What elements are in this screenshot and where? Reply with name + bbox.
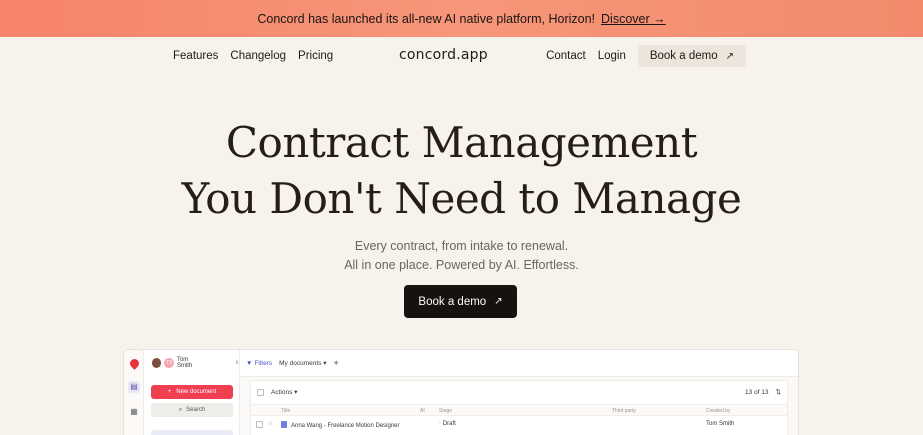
table-header: Title AI Stage Third party Created by bbox=[251, 404, 787, 416]
banner-text: Concord has launched its all-new AI nati… bbox=[257, 11, 596, 26]
new-document-label: New document bbox=[176, 389, 217, 395]
nav-actions: Contact Login Book a demo ↗ bbox=[546, 45, 746, 67]
row-stage: ◦ Draft bbox=[439, 421, 456, 427]
table-row[interactable]: ☆ Anna Wang - Freelance Motion Designer … bbox=[251, 417, 787, 433]
nav-features[interactable]: Features bbox=[173, 50, 218, 62]
arrow-up-right-icon: ↗ bbox=[494, 296, 503, 307]
avatar bbox=[152, 358, 162, 368]
hero-subtitle-line-2: All in one place. Powered by AI. Effortl… bbox=[344, 258, 579, 272]
row-count: 13 of 13 bbox=[745, 388, 769, 396]
nav-book-demo-button[interactable]: Book a demo ↗ bbox=[637, 45, 746, 67]
column-created-by[interactable]: Created by bbox=[706, 408, 730, 414]
chevron-down-icon: ▾ bbox=[323, 360, 327, 367]
user-name: Tom Smith bbox=[176, 357, 193, 369]
calendar-icon[interactable]: ▦ bbox=[128, 406, 140, 418]
user-switcher[interactable]: TS Tom Smith ⇕ bbox=[152, 357, 239, 369]
table-toolbar: Actions ▾ 13 of 13 ⇅ bbox=[257, 385, 781, 399]
column-title[interactable]: Title bbox=[281, 408, 290, 414]
nav-login[interactable]: Login bbox=[598, 50, 626, 62]
app-main: ▼ Filters My documents ▾ + Actions ▾ 13 … bbox=[240, 350, 798, 435]
app-rail: ▤ ▦ bbox=[124, 350, 144, 435]
search-label: Search bbox=[186, 407, 206, 413]
document-icon bbox=[281, 421, 287, 428]
documents-icon[interactable]: ▤ bbox=[128, 381, 140, 393]
row-stage-text: Draft bbox=[442, 421, 456, 427]
row-title-text: Anna Wang - Freelance Motion Designer bbox=[291, 423, 400, 429]
announcement-banner: Concord has launched its all-new AI nati… bbox=[0, 0, 923, 37]
row-created-by: Tom Smith bbox=[706, 421, 735, 427]
filters-label: Filters bbox=[254, 359, 273, 367]
actions-menu[interactable]: Actions ▾ bbox=[271, 388, 297, 396]
sidebar-item-active[interactable] bbox=[151, 430, 233, 435]
discover-link[interactable]: Discover → bbox=[601, 12, 666, 26]
row-title: Anna Wang - Freelance Motion Designer bbox=[281, 421, 400, 429]
app-toolbar: ▼ Filters My documents ▾ + bbox=[240, 350, 798, 377]
concord-logo-icon bbox=[128, 357, 141, 370]
plus-icon: + bbox=[167, 389, 172, 395]
chevron-updown-icon: ⇕ bbox=[234, 360, 239, 366]
sort-icon[interactable]: ⇅ bbox=[776, 388, 781, 396]
hero-subtitle-line-1: Every contract, from intake to renewal. bbox=[354, 239, 569, 253]
hero-subtitle: Every contract, from intake to renewal. … bbox=[0, 237, 923, 275]
search-icon: ⌕ bbox=[178, 406, 183, 413]
new-document-button[interactable]: + New document bbox=[151, 385, 233, 399]
nav-links: Features Changelog Pricing bbox=[173, 50, 333, 62]
column-third-party[interactable]: Third party bbox=[612, 408, 636, 414]
add-view-button[interactable]: + bbox=[334, 358, 339, 368]
nav-contact[interactable]: Contact bbox=[546, 50, 586, 62]
my-documents-tab[interactable]: My documents ▾ bbox=[279, 359, 326, 367]
app-sidebar: TS Tom Smith ⇕ + New document ⌕ Search bbox=[144, 350, 240, 435]
nav-book-demo-label: Book a demo bbox=[649, 50, 718, 62]
documents-area: Actions ▾ 13 of 13 ⇅ Title AI Stage Thir… bbox=[240, 377, 798, 435]
hero-title-line-2: You Don't Need to Manage bbox=[181, 174, 742, 223]
app-preview: ▤ ▦ TS Tom Smith ⇕ + New document ⌕ Sear… bbox=[123, 349, 799, 435]
nav-pricing[interactable]: Pricing bbox=[298, 50, 333, 62]
top-nav: Features Changelog Pricing concord.app C… bbox=[0, 37, 923, 77]
column-stage[interactable]: Stage bbox=[439, 408, 452, 414]
star-icon[interactable]: ☆ bbox=[268, 420, 273, 427]
site-logo[interactable]: concord.app bbox=[399, 47, 488, 63]
row-checkbox[interactable] bbox=[256, 421, 263, 428]
arrow-up-right-icon: ↗ bbox=[725, 50, 734, 62]
filters-button[interactable]: ▼ Filters bbox=[246, 360, 272, 367]
my-documents-label: My documents bbox=[279, 360, 322, 367]
hero-book-demo-button[interactable]: Book a demo ↗ bbox=[404, 285, 517, 318]
search-button[interactable]: ⌕ Search bbox=[151, 403, 233, 417]
hero-title: Contract Management You Don't Need to Ma… bbox=[0, 115, 923, 227]
documents-table: Actions ▾ 13 of 13 ⇅ Title AI Stage Thir… bbox=[250, 380, 788, 435]
hero-title-line-1: Contract Management bbox=[225, 118, 698, 167]
hero-book-demo-label: Book a demo bbox=[418, 295, 487, 308]
nav-changelog[interactable]: Changelog bbox=[230, 50, 286, 62]
user-initials-badge: TS bbox=[164, 358, 174, 368]
column-ai[interactable]: AI bbox=[420, 408, 425, 414]
actions-label: Actions bbox=[271, 389, 293, 396]
select-all-checkbox[interactable] bbox=[257, 388, 264, 396]
filter-icon: ▼ bbox=[246, 359, 253, 367]
